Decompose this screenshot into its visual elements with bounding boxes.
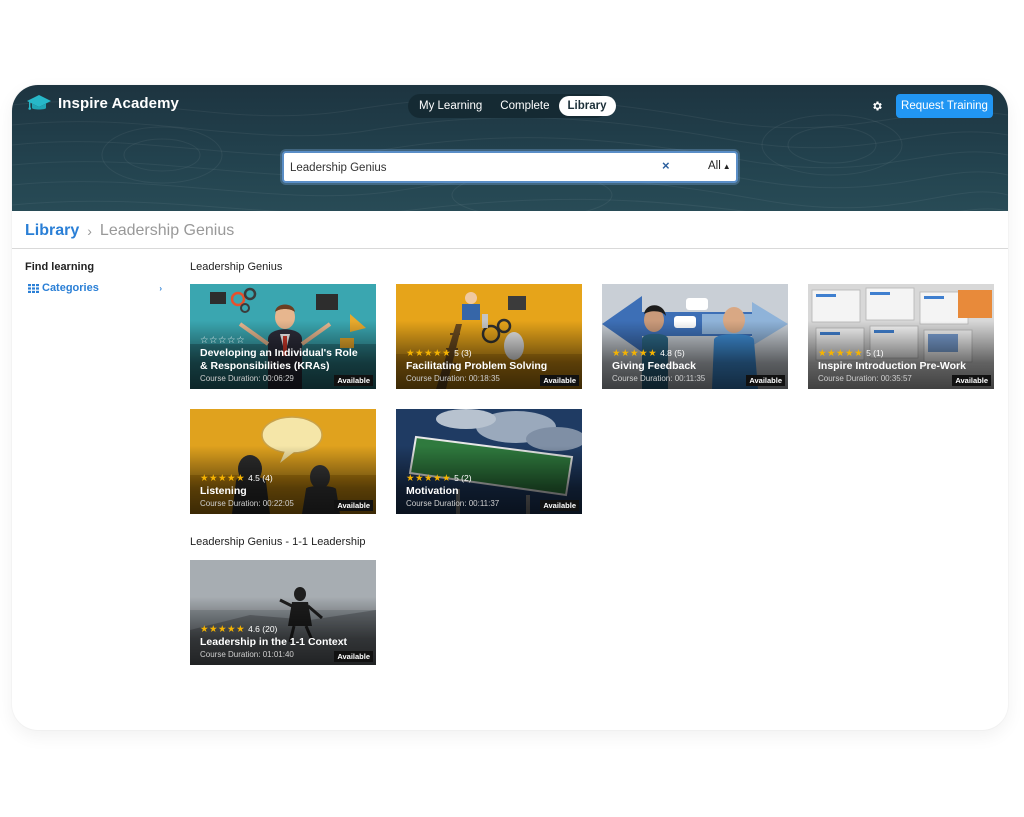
course-title: Listening xyxy=(200,485,247,497)
divider xyxy=(12,248,1008,249)
request-training-button[interactable]: Request Training xyxy=(896,94,993,118)
star-icons: ☆☆☆☆☆ xyxy=(200,335,246,346)
breadcrumb-library-link[interactable]: Library xyxy=(25,222,79,240)
rating-stars: ★★★★★ 5 (2) xyxy=(406,473,572,484)
course-card[interactable]: ★★★★★ 4.5 (4) Listening Course Duration: … xyxy=(190,409,376,514)
graduation-cap-icon xyxy=(27,95,51,110)
nav-tabs: My Learning Complete Library xyxy=(408,94,616,118)
sidebar-title: Find learning xyxy=(25,261,95,273)
brand[interactable]: Inspire Academy xyxy=(26,93,179,113)
rating-value: 5 (2) xyxy=(454,473,472,483)
chevron-right-icon: › xyxy=(87,223,92,239)
filter-label: All xyxy=(708,160,721,172)
tab-complete[interactable]: Complete xyxy=(491,96,558,116)
app-window: Inspire Academy My Learning Complete Lib… xyxy=(12,85,1008,730)
status-badge: Available xyxy=(334,500,373,511)
rating-stars: ☆☆☆☆☆ xyxy=(200,335,366,346)
course-card[interactable]: ☆☆☆☆☆ Developing an Individual's Role & … xyxy=(190,284,376,389)
course-card[interactable]: ★★★★★ 5 (3) Facilitating Problem Solving … xyxy=(396,284,582,389)
course-title: Leadership in the 1-1 Context xyxy=(200,636,348,648)
gear-icon[interactable] xyxy=(871,100,883,112)
status-badge: Available xyxy=(334,375,373,386)
rating-value: 5 (1) xyxy=(866,348,884,358)
star-icons: ★★★★★ xyxy=(200,624,246,635)
status-badge: Available xyxy=(540,375,579,386)
app-name: Inspire Academy xyxy=(58,94,179,112)
course-card[interactable]: ★★★★★ 4.6 (20) Leadership in the 1-1 Cont… xyxy=(190,560,376,665)
course-title: Inspire Introduction Pre-Work xyxy=(818,360,966,372)
star-icons: ★★★★★ xyxy=(406,348,452,359)
rating-value: 4.8 (5) xyxy=(660,348,685,358)
status-badge: Available xyxy=(540,500,579,511)
sidebar-item-categories[interactable]: Categories › xyxy=(28,282,162,294)
course-card[interactable]: ★★★★★ 5 (2) Motivation Course Duration: 0… xyxy=(396,409,582,514)
star-icons: ★★★★★ xyxy=(818,348,864,359)
tab-my-learning[interactable]: My Learning xyxy=(410,96,491,116)
course-card[interactable]: ★★★★★ 5 (1) Inspire Introduction Pre-Work… xyxy=(808,284,994,389)
header-banner: Inspire Academy My Learning Complete Lib… xyxy=(12,85,1008,211)
chevron-right-icon: › xyxy=(159,283,162,293)
grid-icon xyxy=(28,283,39,293)
course-card[interactable]: ★★★★★ 4.8 (5) Giving Feedback Course Dura… xyxy=(602,284,788,389)
course-title: Developing an Individual's Role & Respon… xyxy=(200,347,358,372)
search-box: × All▲ xyxy=(282,151,738,183)
rating-stars: ★★★★★ 5 (1) xyxy=(818,348,984,359)
course-title: Motivation xyxy=(406,485,459,497)
breadcrumb-current: Leadership Genius xyxy=(99,222,235,239)
status-badge: Available xyxy=(334,651,373,662)
search-input[interactable] xyxy=(290,159,650,176)
rating-stars: ★★★★★ 5 (3) xyxy=(406,348,572,359)
caret-up-icon: ▲ xyxy=(722,162,731,171)
course-title: Giving Feedback xyxy=(612,360,697,372)
status-badge: Available xyxy=(746,375,785,386)
sidebar-item-label: Categories xyxy=(42,282,99,294)
star-icons: ★★★★★ xyxy=(406,473,452,484)
tab-library[interactable]: Library xyxy=(558,96,616,116)
rating-stars: ★★★★★ 4.8 (5) xyxy=(612,348,778,359)
star-icons: ★★★★★ xyxy=(612,348,658,359)
breadcrumb: Library › Leadership Genius xyxy=(25,222,234,240)
rating-stars: ★★★★★ 4.5 (4) xyxy=(200,473,366,484)
clear-search-icon[interactable]: × xyxy=(662,158,670,173)
rating-value: 5 (3) xyxy=(454,348,472,358)
search-filter-dropdown[interactable]: All ▲ xyxy=(708,160,731,172)
star-icons: ★★★★★ xyxy=(200,473,246,484)
course-title: Facilitating Problem Solving xyxy=(406,360,548,372)
rating-stars: ★★★★★ 4.6 (20) xyxy=(200,624,366,635)
section-title: Leadership Genius xyxy=(190,261,283,273)
section-title: Leadership Genius - 1-1 Leadership xyxy=(190,536,366,548)
rating-value: 4.6 (20) xyxy=(248,624,278,634)
rating-value: 4.5 (4) xyxy=(248,473,273,483)
status-badge: Available xyxy=(952,375,991,386)
